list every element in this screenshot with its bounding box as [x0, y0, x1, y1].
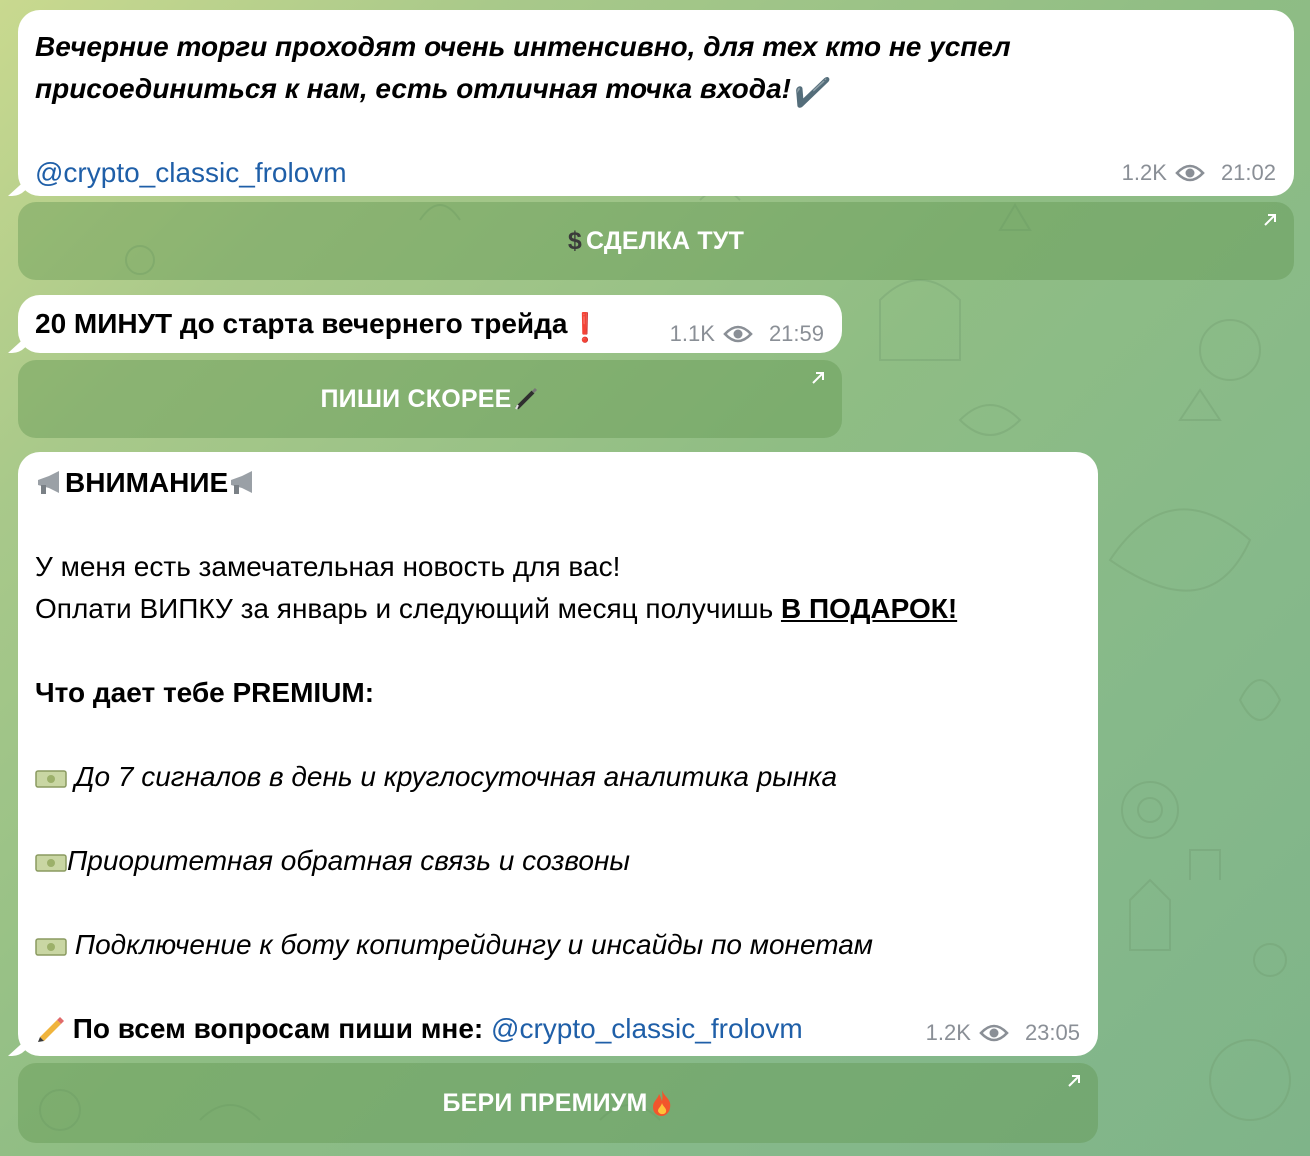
deal-here-button[interactable]: $ СДЕЛКА ТУТ [18, 202, 1294, 280]
external-arrow-icon [812, 372, 824, 384]
message-1-text-line-2-text: присоединиться к нам, есть отличная точк… [35, 73, 791, 104]
message-2-text-content: 20 МИНУТ до старта вечернего трейда [35, 308, 568, 339]
contact-link[interactable]: @crypto_classic_frolovm [491, 1013, 803, 1044]
write-quickly-button[interactable]: ПИШИ СКОРЕЕ [18, 360, 842, 438]
view-count: 1.1K [669, 321, 715, 346]
write-quickly-label: ПИШИ СКОРЕЕ [320, 384, 512, 413]
money-icon [35, 938, 67, 956]
benefit-item-2: Приоритетная обратная связь и созвоны [35, 840, 630, 882]
news-line-2-text: Оплати ВИПКУ за январь и следующий месяц… [35, 593, 781, 624]
message-bubble-2: 20 МИНУТ до старта вечернего трейда❗ 1.1… [18, 295, 842, 353]
money-icon [35, 854, 67, 872]
contact-line: По всем вопросам пиши мне: @crypto_class… [35, 1008, 803, 1050]
money-icon [35, 770, 67, 788]
dollar-sign-icon: $ [567, 226, 582, 255]
benefit-item-3: Подключение к боту копитрейдингу и инсай… [35, 924, 873, 966]
message-time: 21:02 [1220, 160, 1276, 185]
announcement-heading: ВНИМАНИЕ [35, 462, 258, 504]
message-bubble-3: ВНИМАНИЕ У меня есть замечательная новос… [18, 452, 1098, 1056]
gift-highlight: В ПОДАРОК! [780, 593, 958, 624]
news-line-1: У меня есть замечательная новость для ва… [35, 551, 621, 582]
get-premium-label: БЕРИ ПРЕМИУМ [442, 1088, 648, 1117]
premium-title: Что дает тебе PREMIUM: [35, 677, 375, 708]
benefit-item-1: До 7 сигналов в день и круглосуточная ан… [35, 756, 837, 798]
benefit-item-1-text: До 7 сигналов в день и круглосуточная ан… [67, 761, 838, 792]
announcement-heading-text: ВНИМАНИЕ [65, 467, 229, 498]
view-count: 1.2K [1121, 160, 1167, 185]
message-3-meta: 1.2K 23:05 [926, 1020, 1080, 1046]
news-line-2: Оплати ВИПКУ за январь и следующий месяц… [35, 588, 957, 630]
message-2-meta: 1.1K 21:59 [670, 321, 824, 347]
external-arrow-icon [1068, 1075, 1080, 1087]
channel-link[interactable]: @crypto_classic_frolovm [35, 152, 347, 194]
pen-icon [515, 387, 538, 410]
external-arrow-icon [1264, 214, 1276, 226]
contact-text: По всем вопросам пиши мне: [65, 1013, 492, 1044]
megaphone-icon [231, 471, 253, 494]
message-1-text-line-1: Вечерние торги проходят очень интенсивно… [35, 31, 1011, 62]
eye-icon [979, 1024, 1009, 1042]
pencil-icon [38, 1017, 64, 1042]
eye-icon [1175, 164, 1205, 182]
eye-icon [723, 325, 753, 343]
message-1-meta: 1.2K 21:02 [1122, 160, 1276, 186]
megaphone-icon [38, 471, 59, 494]
message-time: 23:05 [1024, 1020, 1080, 1045]
get-premium-button[interactable]: БЕРИ ПРЕМИУМ [18, 1063, 1098, 1143]
exclamation-icon: ❗ [567, 312, 603, 343]
message-1-text-line-2: присоединиться к нам, есть отличная точк… [35, 68, 826, 114]
benefit-item-3-text: Подключение к боту копитрейдингу и инсай… [67, 929, 873, 960]
fire-icon [652, 1090, 670, 1116]
checkmark-icon: ✔️ [790, 77, 826, 108]
view-count: 1.2K [925, 1020, 971, 1045]
message-2-text: 20 МИНУТ до старта вечернего трейда❗ [35, 303, 602, 349]
benefit-item-2-text: Приоритетная обратная связь и созвоны [67, 845, 630, 876]
deal-here-label: СДЕЛКА ТУТ [586, 226, 745, 255]
message-bubble-1: Вечерние торги проходят очень интенсивно… [18, 10, 1294, 196]
message-time: 21:59 [768, 321, 824, 346]
